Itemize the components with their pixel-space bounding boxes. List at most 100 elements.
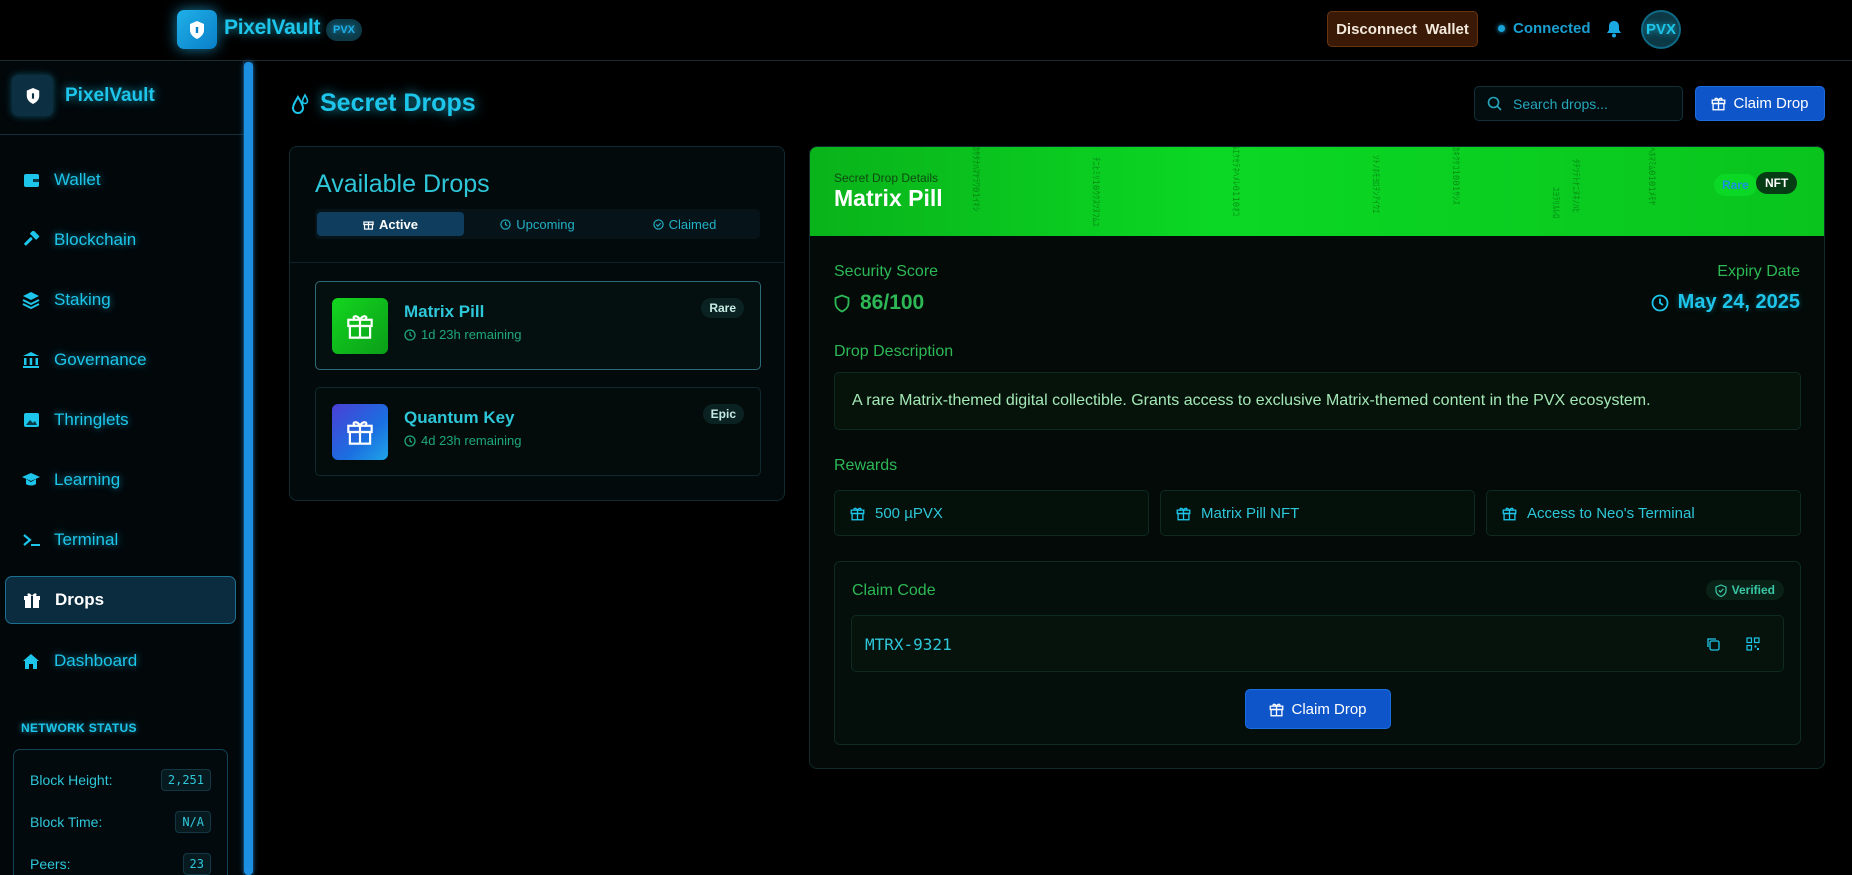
peers-value: 23: [182, 853, 211, 875]
drop-time-remaining: 4d 23h remaining: [404, 433, 521, 448]
drop-details-panel: ｱｶｻﾀﾅﾊﾏﾔﾗﾜ01ｲｷｼ ﾁﾆﾋﾐﾘ10ｳｸｽﾂﾇﾌﾑﾕ ﾙｴｹｾﾃﾈﾍﾒ…: [809, 146, 1825, 769]
matrix-rain: ﾕﾖﾗﾘﾙﾚﾛ: [1550, 187, 1560, 219]
qr-code-icon[interactable]: [1745, 636, 1761, 652]
sidebar-item-wallet[interactable]: Wallet: [5, 156, 236, 204]
connection-status: Connected: [1513, 20, 1591, 37]
gift-icon: [347, 315, 373, 339]
sidebar-item-staking[interactable]: Staking: [5, 276, 236, 324]
drop-thumbnail: [332, 404, 388, 460]
block-height-value: 2,251: [160, 769, 211, 791]
drop-time-label: 4d 23h remaining: [421, 433, 522, 448]
peers-label: Peers:: [30, 856, 71, 872]
detail-title: Matrix Pill: [834, 185, 943, 211]
reward-label: 500 µPVX: [875, 504, 943, 522]
sidebar-item-label: Terminal: [54, 530, 119, 549]
tab-label: Claimed: [668, 216, 717, 232]
gift-icon: [1502, 507, 1517, 520]
sidebar-divider: [0, 134, 244, 135]
claim-drop-header-button[interactable]: Claim Drop: [1695, 86, 1825, 121]
verified-label: Verified: [1731, 583, 1775, 597]
check-circle-icon: [652, 218, 664, 230]
gift-icon: [1270, 703, 1284, 716]
claim-code-field[interactable]: MTRX-9321: [851, 615, 1784, 672]
security-score: 86/100: [834, 291, 924, 315]
sidebar: PixelVault Wallet Blockchain Staking Gov…: [0, 61, 244, 875]
description-label: Drop Description: [834, 343, 954, 360]
top-bar: PixelVault PVX Disconnect Wallet Connect…: [0, 0, 1852, 61]
detail-sub-label: Secret Drop Details: [834, 171, 939, 185]
layers-icon: [21, 290, 41, 310]
claim-drop-button[interactable]: Claim Drop: [1245, 689, 1391, 729]
sidebar-item-label: Thringlets: [54, 410, 129, 429]
claim-code-value[interactable]: MTRX-9321: [865, 635, 952, 654]
drop-time-label: 1d 23h remaining: [421, 327, 522, 342]
connection-status-dot: [1498, 25, 1505, 32]
type-badge: NFT: [1756, 172, 1798, 194]
available-drops-title: Available Drops: [315, 170, 490, 198]
drop-name: Quantum Key: [404, 408, 515, 427]
sidebar-scrollbar[interactable]: [244, 62, 253, 875]
block-time-label: Block Time:: [30, 814, 103, 830]
rewards-label: Rewards: [834, 457, 898, 474]
gift-icon: [363, 220, 374, 230]
sidebar-item-dashboard[interactable]: Dashboard: [5, 637, 236, 685]
expiry-date-value: May 24, 2025: [1677, 291, 1800, 313]
drop-name: Matrix Pill: [404, 302, 485, 321]
sidebar-brand[interactable]: PixelVault: [65, 85, 155, 107]
shield-icon[interactable]: [12, 75, 53, 116]
claim-code-section: Claim Code Verified MTRX-9321 Claim Drop: [834, 561, 1801, 745]
sidebar-item-label: Staking: [54, 290, 111, 309]
security-score-value: 86/100: [860, 291, 925, 314]
shield-logo-icon[interactable]: [177, 10, 217, 49]
reward-label: Matrix Pill NFT: [1201, 504, 1300, 522]
claim-drop-label: Claim Drop: [1733, 95, 1809, 112]
gift-icon: [1712, 97, 1726, 111]
bell-icon[interactable]: [1604, 19, 1624, 39]
block-height-label: Block Height:: [30, 772, 113, 788]
gift-icon: [1176, 507, 1191, 520]
clock-icon: [1651, 294, 1669, 311]
avatar[interactable]: PVX: [1641, 10, 1681, 49]
matrix-rain: ﾙｴｹｾﾃﾈﾍﾒﾚ0110ｵｺ: [1230, 147, 1240, 217]
description-text: A rare Matrix-themed digital collectible…: [834, 372, 1801, 430]
graduation-cap-icon: [21, 470, 41, 490]
claim-code-label: Claim Code: [852, 582, 936, 599]
terminal-icon: [21, 530, 41, 550]
tab-active[interactable]: Active: [317, 212, 464, 236]
available-drops-panel: Available Drops Active Upcoming Claimed …: [289, 146, 785, 501]
search-input[interactable]: Search drops...: [1474, 86, 1683, 121]
drop-item-quantum-key[interactable]: Quantum Key 4d 23h remaining Epic: [315, 387, 761, 476]
sidebar-item-thringlets[interactable]: Thringlets: [5, 396, 236, 444]
expiry-date: May 24, 2025: [1651, 291, 1800, 314]
reward-label: Access to Neo's Terminal: [1527, 504, 1695, 522]
copy-icon[interactable]: [1705, 636, 1721, 652]
gift-icon: [22, 590, 42, 610]
disconnect-wallet-button[interactable]: Disconnect Wallet: [1327, 11, 1478, 47]
matrix-rain: ﾀﾁﾂﾃﾄﾅﾆﾇﾈﾉﾊﾋ: [1570, 159, 1580, 214]
drop-thumbnail: [332, 298, 388, 354]
tab-label: Active: [378, 216, 419, 232]
verified-badge: Verified: [1705, 580, 1784, 600]
drop-item-matrix-pill[interactable]: Matrix Pill 1d 23h remaining Rare: [315, 281, 761, 370]
gift-icon: [850, 507, 865, 520]
matrix-rain: ｿﾄﾉﾎﾓﾖﾛｦﾝｱｲｳｴ: [1370, 155, 1380, 214]
sidebar-item-terminal[interactable]: Terminal: [5, 516, 236, 564]
shield-check-icon: [1715, 583, 1727, 597]
wallet-icon: [21, 170, 41, 190]
tab-upcoming[interactable]: Upcoming: [464, 212, 611, 236]
rarity-badge: Rare: [1714, 174, 1757, 196]
sidebar-item-label: Governance: [54, 350, 147, 369]
sidebar-item-label: Learning: [54, 470, 121, 489]
sidebar-item-drops[interactable]: Drops: [5, 576, 236, 624]
drops-tabs: Active Upcoming Claimed: [315, 209, 760, 239]
matrix-rain: ｱｶｻﾀﾅﾊﾏﾔﾗﾜ01ｲｷｼ: [970, 147, 980, 212]
droplets-icon: [289, 93, 313, 117]
sidebar-item-learning[interactable]: Learning: [5, 456, 236, 504]
tab-claimed[interactable]: Claimed: [611, 212, 758, 236]
network-status-title: NETWORK STATUS: [21, 721, 137, 735]
sidebar-item-governance[interactable]: Governance: [5, 336, 236, 384]
brand-name[interactable]: PixelVault: [224, 16, 321, 40]
hammer-icon: [21, 230, 41, 250]
panel-divider: [290, 262, 784, 263]
sidebar-item-blockchain[interactable]: Blockchain: [5, 216, 236, 264]
